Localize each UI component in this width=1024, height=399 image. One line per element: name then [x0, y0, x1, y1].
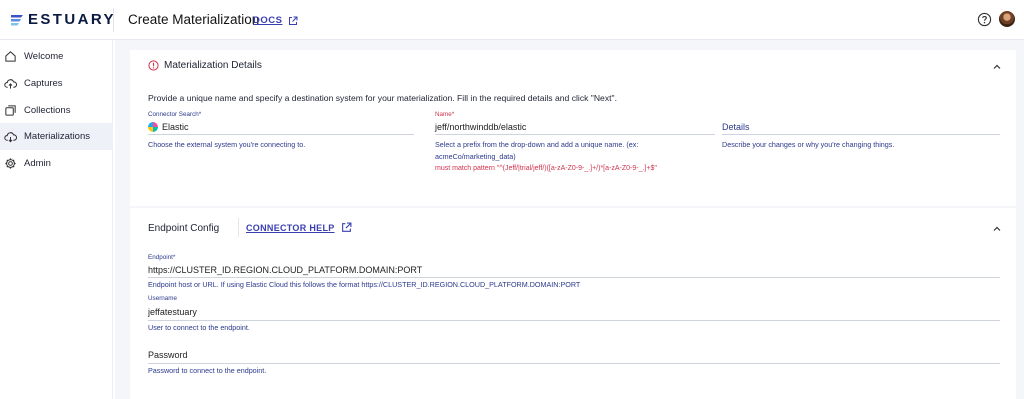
- endpoint-help: Endpoint host or URL. If using Elastic C…: [148, 280, 581, 289]
- top-bar: ESTUARY Create Materialization DOCS: [0, 0, 1024, 40]
- logo[interactable]: ESTUARY: [10, 11, 116, 28]
- username-value: jeffatestuary: [148, 307, 197, 317]
- chevron-up-icon[interactable]: [992, 224, 1002, 234]
- avatar[interactable]: [999, 11, 1015, 27]
- materialization-details-section: Materialization Details Provide a unique…: [130, 50, 1016, 206]
- password-field: Password Password to connect to the endp…: [148, 347, 1000, 377]
- username-input[interactable]: jeffatestuary: [148, 304, 1000, 321]
- sidebar-item-label: Materializations: [24, 131, 90, 142]
- name-error: must match pattern "^(Jeff/|trial/jeff/)…: [435, 165, 657, 172]
- sidebar-item-label: Admin: [24, 158, 51, 169]
- brand-name: ESTUARY: [28, 11, 116, 28]
- collections-icon: [5, 105, 16, 116]
- page-title: Create Materialization: [128, 12, 260, 27]
- main-content: Materialization Details Provide a unique…: [115, 40, 1024, 399]
- name-field: Name* jeff/northwinddb/elastic Select a …: [435, 111, 715, 172]
- sidebar: Welcome Captures Collections Materializa…: [0, 40, 113, 399]
- section-header[interactable]: Materialization Details: [148, 60, 262, 71]
- connector-search-help: Choose the external system you're connec…: [148, 140, 306, 149]
- connector-search-value: Elastic: [162, 122, 189, 132]
- endpoint-config-title[interactable]: Endpoint Config: [148, 223, 219, 234]
- details-input[interactable]: Details: [722, 120, 1000, 135]
- connector-search-field: Connector Search* Elastic Choose the ext…: [148, 111, 414, 151]
- error-icon: [148, 60, 159, 71]
- sidebar-item-admin[interactable]: Admin: [0, 150, 113, 177]
- password-help: Password to connect to the endpoint.: [148, 366, 267, 375]
- details-placeholder: Details: [722, 122, 750, 132]
- docs-link-label: DOCS: [253, 15, 283, 26]
- name-label: Name*: [435, 111, 455, 118]
- sidebar-item-label: Collections: [24, 105, 71, 116]
- help-icon[interactable]: [977, 12, 992, 27]
- sidebar-item-label: Welcome: [24, 51, 64, 62]
- chevron-up-icon[interactable]: [992, 62, 1002, 72]
- external-link-icon: [341, 222, 351, 232]
- username-help: User to connect to the endpoint.: [148, 323, 250, 332]
- section-title: Materialization Details: [164, 60, 262, 71]
- endpoint-divider: [238, 218, 239, 237]
- home-icon: [5, 51, 16, 62]
- cloud-upload-icon: [4, 79, 17, 89]
- connector-search-input[interactable]: Elastic: [148, 120, 414, 135]
- sidebar-item-materializations[interactable]: Materializations: [0, 123, 113, 150]
- connector-help-label: CONNECTOR HELP: [246, 222, 335, 233]
- docs-link[interactable]: DOCS: [253, 15, 298, 26]
- section-description: Provide a unique name and specify a dest…: [148, 93, 617, 103]
- sidebar-item-collections[interactable]: Collections: [0, 97, 113, 124]
- cloud-download-icon: [4, 132, 17, 143]
- gear-icon: [5, 158, 16, 169]
- endpoint-config-section: Endpoint Config CONNECTOR HELP Endpoint*…: [130, 208, 1016, 399]
- sidebar-item-captures[interactable]: Captures: [0, 70, 113, 97]
- sidebar-item-welcome[interactable]: Welcome: [0, 43, 113, 70]
- name-value: jeff/northwinddb/elastic: [435, 122, 527, 132]
- name-input[interactable]: jeff/northwinddb/elastic: [435, 120, 715, 135]
- connector-help-link[interactable]: CONNECTOR HELP: [246, 222, 352, 233]
- password-placeholder: Password: [148, 350, 188, 360]
- estuary-logo-icon: [11, 14, 23, 25]
- password-input[interactable]: Password: [148, 347, 1000, 364]
- sidebar-item-label: Captures: [24, 78, 63, 89]
- connector-search-label: Connector Search*: [148, 111, 202, 118]
- endpoint-value: https://CLUSTER_ID.REGION.CLOUD_PLATFORM…: [148, 265, 423, 275]
- name-help: Select a prefix from the drop-down and a…: [435, 140, 639, 161]
- endpoint-field: Endpoint* https://CLUSTER_ID.REGION.CLOU…: [148, 254, 1000, 290]
- endpoint-input[interactable]: https://CLUSTER_ID.REGION.CLOUD_PLATFORM…: [148, 263, 1000, 278]
- header-divider: [113, 8, 114, 32]
- username-label: Username: [148, 295, 178, 302]
- details-field: Details Describe your changes or why you…: [722, 111, 1000, 151]
- external-link-icon: [289, 16, 298, 25]
- elastic-logo-icon: [148, 122, 158, 132]
- endpoint-label: Endpoint*: [148, 254, 176, 261]
- username-field: Username jeffatestuary User to connect t…: [148, 295, 1000, 334]
- details-help: Describe your changes or why you're chan…: [722, 140, 895, 149]
